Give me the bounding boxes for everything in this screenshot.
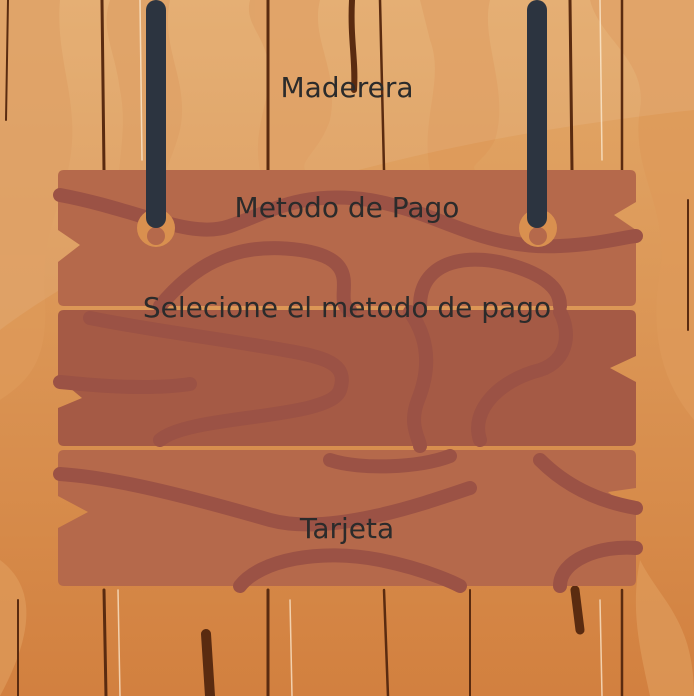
screen-title: Metodo de Pago bbox=[234, 191, 460, 224]
payment-option-card-button[interactable]: Tarjeta bbox=[270, 506, 424, 552]
payment-method-instruction: Selecione el metodo de pago bbox=[142, 291, 552, 324]
app-title: Maderera bbox=[280, 71, 414, 104]
wood-screen: Maderera Metodo de Pago Selecione el met… bbox=[0, 0, 694, 696]
